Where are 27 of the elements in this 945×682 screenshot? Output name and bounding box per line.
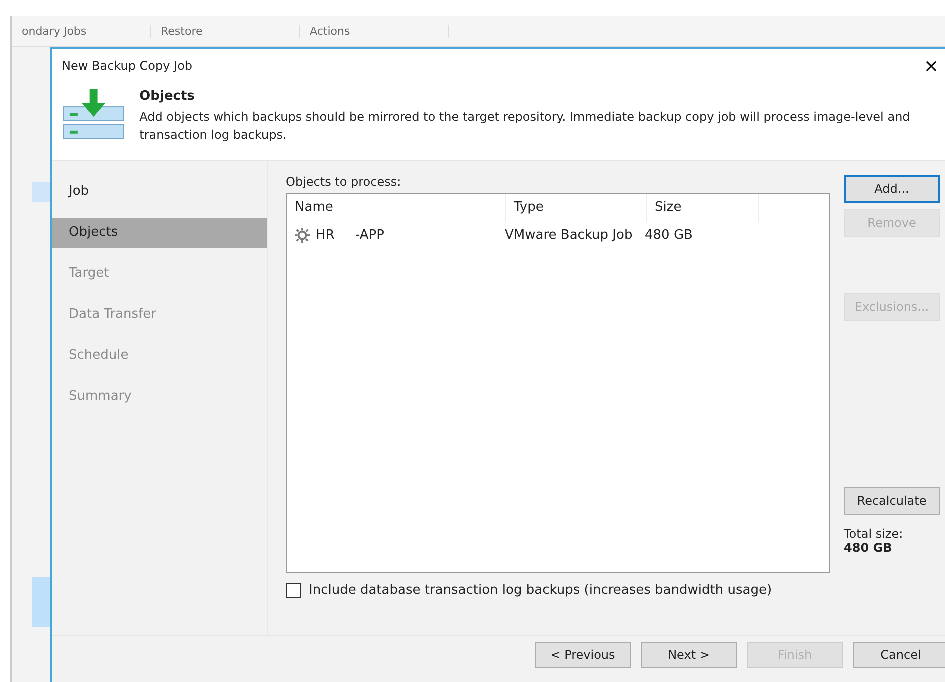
table-cell: HR -APP xyxy=(316,228,384,242)
total-value: 480 GB xyxy=(844,541,894,555)
checkbox-label: Include database transaction log backups (increases bandwidth usage) xyxy=(309,583,772,598)
close-button[interactable]: × xyxy=(918,56,945,76)
background-tab[interactable]: Actions xyxy=(300,24,449,38)
window-title: New Backup Copy Job xyxy=(62,59,193,73)
page-description: Add objects which backups should be mirrored to the target repository. Immediate backup copy job will process image-level and transaction log backups. xyxy=(140,109,912,144)
side-button[interactable]: Recalculate xyxy=(844,487,940,515)
list-label: Objects to process: xyxy=(286,175,402,189)
footer-button[interactable]: < Previous xyxy=(535,642,631,668)
side-button[interactable]: Add... xyxy=(844,175,940,203)
column-header[interactable]: Type xyxy=(506,194,647,222)
gear-icon xyxy=(295,228,310,242)
wizard-step[interactable]: Job xyxy=(52,177,267,207)
footer-button[interactable]: Cancel xyxy=(853,642,945,668)
total-label: Total size: xyxy=(844,527,904,541)
column-header[interactable]: Name xyxy=(287,194,506,222)
column-header[interactable]: Size xyxy=(647,194,759,222)
footer-button[interactable]: Next > xyxy=(641,642,737,668)
wizard-step[interactable]: Objects xyxy=(52,218,267,248)
table-cell-text: VMware Backup Job xyxy=(504,228,634,242)
background-tab[interactable]: ondary Jobs xyxy=(12,24,151,38)
checkbox[interactable] xyxy=(286,583,301,598)
backup-copy-icon xyxy=(62,89,126,141)
table-cell-text: 480 GB xyxy=(644,228,694,242)
background-tab[interactable]: Restore xyxy=(151,24,300,38)
page-heading: Objects xyxy=(140,89,196,104)
